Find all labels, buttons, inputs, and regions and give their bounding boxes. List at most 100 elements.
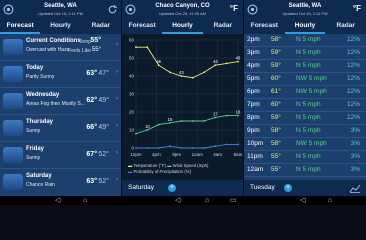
hour-row[interactable]: 7pm 60° N 5 mph 12% bbox=[244, 99, 366, 112]
hour-row[interactable]: 12am 55° N 5 mph 3% bbox=[244, 164, 366, 177]
footer-day: Saturday bbox=[128, 184, 155, 191]
hour-row[interactable]: 11pm 55° N 5 mph 3% bbox=[244, 151, 366, 164]
unit-toggle[interactable]: °F bbox=[230, 4, 238, 13]
hour-row[interactable]: 4pm 59° N 5 mph 12% bbox=[244, 60, 366, 73]
x-tick-label: 4am bbox=[213, 152, 222, 157]
city-name[interactable]: Seattle, WA bbox=[244, 3, 366, 9]
chevron-right-icon: › bbox=[116, 96, 118, 102]
low-temp: 52° bbox=[98, 178, 109, 185]
hourly-chart: 12pm 4pm 8pm 12am 4am 8am 0 10 20 30 40 50 60 46 43 44 4… bbox=[129, 38, 243, 158]
y-tick-label: 10 bbox=[129, 128, 135, 133]
hour-temp: 59° bbox=[271, 62, 281, 69]
hour-temp: 55° bbox=[271, 166, 281, 173]
header: Seattle, WA Updated Oct 15, 2:11 PM bbox=[0, 0, 121, 20]
data-point bbox=[237, 143, 239, 146]
hour-temp: 61° bbox=[271, 88, 281, 95]
low-temp: 49° bbox=[98, 124, 109, 131]
hour-row[interactable]: 5pm 60° NW 5 mph 12% bbox=[244, 73, 366, 86]
back-icon[interactable]: ◁ bbox=[300, 197, 305, 204]
add-icon[interactable]: + bbox=[168, 184, 176, 192]
data-point bbox=[214, 145, 217, 148]
home-icon[interactable]: ⌂ bbox=[205, 197, 209, 204]
unit-toggle[interactable]: °F bbox=[353, 4, 361, 13]
hour-row[interactable]: 3pm 59° N 5 mph 12% bbox=[244, 47, 366, 60]
tab-radar[interactable]: Radar bbox=[325, 20, 366, 34]
day-row[interactable]: Thursday Sunny 66° 49° › bbox=[0, 115, 121, 142]
hour-row[interactable]: 2pm 58° N 5 mph 12% bbox=[244, 34, 366, 47]
feels-value: 55° bbox=[91, 47, 101, 53]
data-point bbox=[237, 60, 239, 63]
hour-time: 3pm bbox=[247, 49, 260, 56]
back-icon[interactable]: ◁ bbox=[175, 197, 180, 204]
chart-legend: ▬ Temperature (°F) ▬ Wind Speed (mph) ▬ … bbox=[128, 163, 209, 174]
day-footer: Saturday + bbox=[122, 180, 243, 196]
legend-wind: Wind Speed (mph) bbox=[172, 163, 209, 168]
tab-radar[interactable]: Radar bbox=[81, 20, 121, 34]
hour-row[interactable]: 10pm 58° NW 5 mph 3% bbox=[244, 138, 366, 151]
data-point bbox=[180, 120, 183, 122]
chart-icon[interactable] bbox=[349, 183, 361, 193]
add-icon[interactable]: + bbox=[284, 184, 292, 192]
tab-forecast[interactable]: Forecast bbox=[0, 20, 41, 34]
tab-hourly[interactable]: Hourly bbox=[162, 20, 203, 34]
data-label: 48 bbox=[236, 56, 241, 61]
data-point bbox=[169, 71, 171, 74]
hour-precip: 12% bbox=[346, 75, 360, 82]
hour-wind: N 5 mph bbox=[296, 36, 321, 43]
tab-hourly[interactable]: Hourly bbox=[284, 20, 326, 34]
hour-time: 12am bbox=[247, 166, 264, 173]
day-name: Saturday bbox=[26, 173, 52, 179]
updated-time: Updated Oct 15, 2:11 PM bbox=[38, 11, 83, 16]
y-tick-label: 0 bbox=[131, 146, 134, 151]
day-row[interactable]: Saturday Chance Rain 63° 52° › bbox=[0, 169, 121, 195]
hour-row[interactable]: 8pm 59° N 5 mph 12% bbox=[244, 112, 366, 125]
data-point bbox=[191, 120, 194, 122]
data-label: 15 bbox=[168, 117, 173, 122]
tab-forecast[interactable]: Forecast bbox=[122, 20, 162, 34]
tab-forecast[interactable]: Forecast bbox=[244, 20, 285, 34]
hour-temp: 55° bbox=[271, 153, 281, 160]
tab-radar[interactable]: Radar bbox=[203, 20, 243, 34]
hour-time: 7pm bbox=[247, 101, 260, 108]
y-tick-label: 50 bbox=[129, 56, 135, 61]
data-point bbox=[225, 62, 228, 65]
day-row[interactable]: Friday Sunny 67° 52° › bbox=[0, 142, 121, 169]
tab-hourly[interactable]: Hourly bbox=[40, 20, 80, 34]
day-row[interactable]: Today Partly Sunny 63° 47° › bbox=[0, 61, 121, 88]
day-row[interactable]: Wednesday Areas Fog then Mostly S... 62°… bbox=[0, 88, 121, 115]
hour-precip: 12% bbox=[346, 114, 360, 121]
updated-time: Updated Oct 25, 11:05 AM bbox=[159, 11, 206, 16]
city-name[interactable]: Seattle, WA bbox=[0, 3, 121, 9]
data-label: 44 bbox=[213, 59, 218, 64]
data-point bbox=[237, 114, 239, 117]
data-point bbox=[180, 147, 183, 149]
back-icon[interactable]: ◁ bbox=[55, 197, 60, 204]
hour-precip: 12% bbox=[346, 88, 360, 95]
footer-day: Tuesday bbox=[250, 184, 275, 191]
data-point bbox=[214, 64, 217, 67]
x-tick-label: 4pm bbox=[152, 152, 161, 157]
home-icon[interactable]: ⌂ bbox=[328, 197, 332, 204]
data-point bbox=[135, 132, 137, 135]
recent-apps-icon[interactable]: ▭ bbox=[230, 197, 237, 204]
city-name[interactable]: Chaco Canyon, CO bbox=[122, 3, 243, 9]
hour-time: 2pm bbox=[247, 36, 260, 43]
hour-row[interactable]: 9pm 58° N 5 mph 3% bbox=[244, 125, 366, 138]
refresh-icon[interactable] bbox=[107, 4, 118, 15]
data-point bbox=[135, 46, 137, 49]
home-icon[interactable]: ⌂ bbox=[83, 197, 87, 204]
y-tick-label: 20 bbox=[129, 110, 135, 115]
high-temp: 63° bbox=[86, 178, 97, 185]
hour-wind: N 5 mph bbox=[296, 62, 321, 69]
day-name: Friday bbox=[26, 146, 45, 152]
data-point bbox=[157, 64, 160, 67]
data-point bbox=[191, 147, 194, 149]
hour-row[interactable]: 6pm 61° NW 5 mph 12% bbox=[244, 86, 366, 99]
data-label: 43 bbox=[179, 70, 184, 75]
partly-sunny-icon bbox=[3, 66, 23, 82]
hour-temp: 59° bbox=[271, 114, 281, 121]
feels-label: Feels Like bbox=[68, 48, 91, 54]
chevron-right-icon: › bbox=[116, 123, 118, 129]
updated-time: Updated Oct 15, 2:11 PM bbox=[282, 11, 328, 16]
current-conditions-row[interactable]: Current Conditions Overcast with Haze Te… bbox=[0, 34, 121, 61]
